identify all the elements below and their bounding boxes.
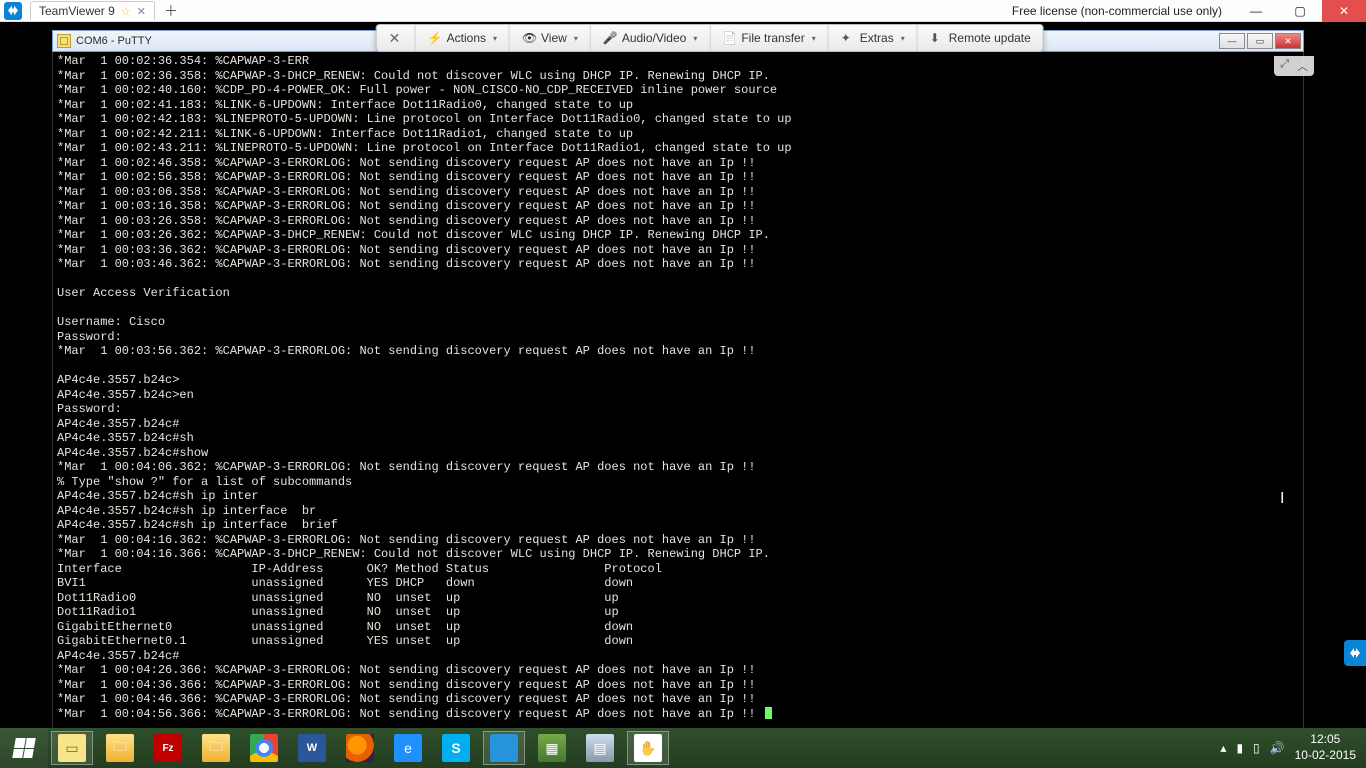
hand-icon: ✋ (634, 734, 662, 762)
download-icon (930, 31, 944, 45)
taskbar-item-ie[interactable]: e (384, 728, 432, 768)
system-tray: ▴ ▮ ▯ 🔊 12:05 10-02-2015 (1210, 732, 1366, 763)
chevron-down-icon: ▾ (812, 34, 816, 43)
taskbar-item-firefox[interactable] (336, 728, 384, 768)
windows-logo-icon (12, 738, 36, 758)
new-tab-button[interactable]: ＋ (161, 1, 181, 21)
fullscreen-icon[interactable]: ⤢ (1280, 58, 1289, 74)
chevron-down-icon: ▾ (901, 34, 905, 43)
tab-title: TeamViewer 9 (39, 4, 115, 18)
putty-close-button[interactable]: ✕ (1275, 33, 1301, 49)
gear-icon (841, 31, 855, 45)
close-button[interactable]: ✕ (1322, 0, 1366, 22)
chevron-down-icon: ▾ (693, 34, 697, 43)
toolbar-extras[interactable]: Extras▾ (829, 25, 918, 51)
maximize-button[interactable]: ▢ (1278, 0, 1322, 22)
remote-desktop-area: COM6 - PuTTY — ▭ ✕ *Mar 1 00:02:36.354: … (0, 22, 1366, 728)
tray-time: 12:05 (1295, 732, 1356, 748)
putty-window: COM6 - PuTTY — ▭ ✕ *Mar 1 00:02:36.354: … (52, 30, 1304, 736)
teamviewer-titlebar: TeamViewer 9 ☆ ✕ ＋ Free license (non-com… (0, 0, 1366, 22)
taskbar-item-folder1[interactable]: 🗀 (96, 728, 144, 768)
taskbar: ▭ 🗀 Fz 🗀 WeS ▦ ▤ ✋ ▴ ▮ ▯ 🔊 12:05 10-02-2015 (0, 728, 1366, 768)
firefox-icon (346, 734, 374, 762)
tray-clock[interactable]: 12:05 10-02-2015 (1295, 732, 1356, 763)
putty-icon: ▭ (58, 734, 86, 762)
chevron-down-icon: ▾ (574, 34, 578, 43)
terminal-cursor (765, 707, 772, 719)
star-icon[interactable]: ☆ (121, 5, 131, 18)
taskbar-item-hand[interactable]: ✋ (624, 728, 672, 768)
file-icon (722, 31, 736, 45)
license-text: Free license (non-commercial use only) (1000, 4, 1234, 18)
tray-battery-icon[interactable]: ▮ (1236, 741, 1243, 755)
putty-title: COM6 - PuTTY (76, 35, 152, 47)
skype-icon: S (442, 734, 470, 762)
tray-network-icon[interactable]: ▯ (1253, 741, 1260, 755)
filezilla-icon: Fz (154, 734, 182, 762)
teamviewer-icon (490, 734, 518, 762)
putty-icon (57, 34, 71, 48)
taskbar-item-word[interactable]: W (288, 728, 336, 768)
remote-blank-margin (1304, 22, 1366, 728)
teamviewer-side-badge[interactable] (1344, 640, 1366, 666)
taskbar-item-putty[interactable]: ▭ (48, 728, 96, 768)
close-icon: ✕ (389, 31, 403, 45)
toolbar-file-transfer[interactable]: File transfer▾ (710, 25, 828, 51)
chevron-down-icon: ▾ (493, 34, 497, 43)
ie-icon: e (394, 734, 422, 762)
eye-icon (522, 31, 536, 45)
tray-volume-icon[interactable]: 🔊 (1270, 741, 1285, 755)
putty-maximize-button[interactable]: ▭ (1247, 33, 1273, 49)
chrome-icon (250, 734, 278, 762)
taskbar-item-skype[interactable]: S (432, 728, 480, 768)
close-tab-icon[interactable]: ✕ (137, 5, 146, 18)
word-icon: W (298, 734, 326, 762)
toolbar-close-session[interactable]: ✕ (377, 25, 416, 51)
teamviewer-toolbar: ✕ Actions▾ View▾ Audio/Video▾ File trans… (376, 24, 1044, 52)
putty-terminal[interactable]: *Mar 1 00:02:36.354: %CAPWAP-3-ERR *Mar … (52, 52, 1304, 736)
text-caret-cursor-icon: I (1280, 490, 1294, 508)
minimize-button[interactable]: — (1234, 0, 1278, 22)
teamviewer-mini-controls: ⤢ ︿ (1274, 56, 1314, 76)
taskbar-item-notepad[interactable]: ▤ (576, 728, 624, 768)
collapse-toolbar-icon[interactable]: ︿ (1297, 58, 1308, 74)
folder1-icon: 🗀 (106, 734, 134, 762)
teamviewer-logo-icon (4, 2, 22, 20)
taskbar-item-chrome[interactable] (240, 728, 288, 768)
bolt-icon (428, 31, 442, 45)
toolbar-remote-update[interactable]: Remote update (918, 25, 1043, 51)
folder2-icon: 🗀 (202, 734, 230, 762)
tray-show-hidden-icon[interactable]: ▴ (1220, 741, 1226, 755)
toolbar-view[interactable]: View▾ (510, 25, 591, 51)
toolbar-audio-video[interactable]: Audio/Video▾ (591, 25, 711, 51)
winrar-icon: ▦ (538, 734, 566, 762)
taskbar-item-winrar[interactable]: ▦ (528, 728, 576, 768)
taskbar-item-folder2[interactable]: 🗀 (192, 728, 240, 768)
taskbar-item-filezilla[interactable]: Fz (144, 728, 192, 768)
start-button[interactable] (0, 728, 48, 768)
mic-icon (603, 31, 617, 45)
toolbar-actions[interactable]: Actions▾ (416, 25, 510, 51)
putty-minimize-button[interactable]: — (1219, 33, 1245, 49)
taskbar-item-teamviewer[interactable] (480, 728, 528, 768)
tray-date: 10-02-2015 (1295, 748, 1356, 764)
teamviewer-tab[interactable]: TeamViewer 9 ☆ ✕ (30, 1, 155, 20)
notepad-icon: ▤ (586, 734, 614, 762)
